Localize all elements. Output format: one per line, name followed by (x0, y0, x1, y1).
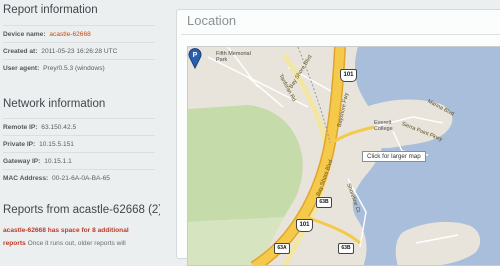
network-info-heading: Network information (3, 98, 106, 110)
remote-ip-value: 63.150.42.5 (41, 124, 77, 131)
location-pin-icon[interactable]: P (188, 47, 202, 69)
mac-address-row: MAC Address: 00-21-6A-0A-BA-65 (3, 169, 155, 186)
device-name-row: Device name: acastle-62668 (3, 25, 155, 42)
gateway-ip-label: Gateway IP: (3, 158, 41, 165)
sidebar: Report information Device name: acastle-… (0, 0, 160, 250)
location-title: Location (187, 13, 237, 28)
user-agent-label: User agent: (3, 65, 40, 72)
exit-63b-shield-2: 63B (338, 243, 354, 254)
route-101-shield-top: 101 (340, 69, 357, 82)
created-at-label: Created at: (3, 48, 38, 55)
user-agent-value: Prey/0.5.3 (windows) (43, 65, 105, 72)
reports-notice: acastle-62668 has space for 8 additional… (3, 225, 153, 250)
private-ip-value: 10.15.5.151 (39, 141, 74, 148)
svg-text:P: P (193, 52, 198, 59)
report-info-heading: Report information (3, 4, 98, 16)
created-at-value: 2011-05-23 16:26:28 UTC (41, 48, 118, 55)
location-panel: Location Fifth Memorial Park Bay Shore B… (176, 9, 500, 266)
location-map[interactable]: Fifth Memorial Park Bay Shore Blvd Tanfo… (187, 46, 500, 266)
user-agent-row: User agent: Prey/0.5.3 (windows) (3, 59, 155, 76)
remote-ip-row: Remote IP: 63.150.42.5 (3, 118, 155, 135)
mac-address-value: 00-21-6A-0A-BA-65 (52, 175, 110, 182)
device-name-label: Device name: (3, 31, 46, 38)
reports-heading: Reports from acastle-62668 (2) (3, 204, 160, 216)
gateway-ip-row: Gateway IP: 10.15.1.1 (3, 152, 155, 169)
location-divider (181, 34, 500, 35)
exit-63b-shield: 63B (316, 197, 332, 208)
larger-map-tooltip[interactable]: Click for larger map (362, 151, 426, 162)
exit-63a-shield: 63A (274, 243, 290, 254)
route-101-shield-bottom: 101 (296, 219, 313, 232)
reports-notice-rest: Once it runs out, older reports will (27, 239, 126, 247)
mac-address-label: MAC Address: (3, 175, 49, 182)
created-at-row: Created at: 2011-05-23 16:26:28 UTC (3, 42, 155, 59)
park-label: Fifth Memorial Park (216, 51, 251, 63)
private-ip-row: Private IP: 10.15.5.151 (3, 135, 155, 152)
gateway-ip-value: 10.15.1.1 (44, 158, 72, 165)
private-ip-label: Private IP: (3, 141, 36, 148)
remote-ip-label: Remote IP: (3, 124, 38, 131)
device-name-value[interactable]: acastle-62668 (49, 31, 90, 38)
